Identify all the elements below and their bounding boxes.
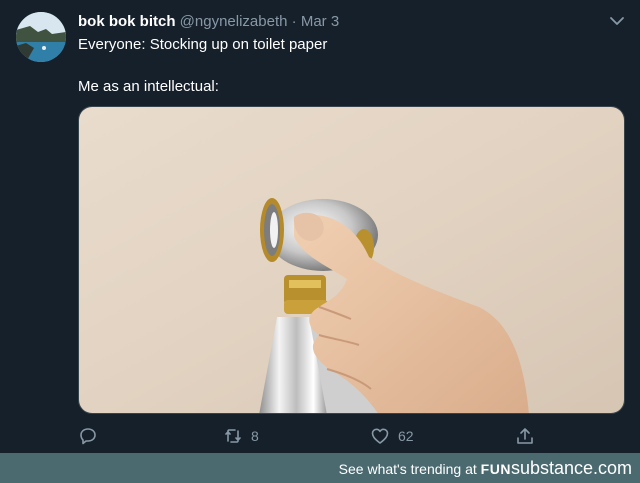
tweet-date[interactable]: Mar 3 [301, 13, 339, 30]
chevron-down-icon[interactable] [608, 12, 626, 30]
retweet-count: 8 [251, 428, 259, 444]
brand-logo-substance: substance.com [510, 458, 632, 478]
retweet-button[interactable]: 8 [223, 425, 259, 447]
share-icon [517, 428, 533, 444]
display-name[interactable]: bok bok bitch [78, 13, 176, 30]
like-button[interactable]: 62 [370, 425, 414, 447]
watermark-caption: See what's trending at [338, 461, 477, 477]
tweet-text-line-1: Everyone: Stocking up on toilet paper [78, 36, 328, 53]
tweet-text: Everyone: Stocking up on toilet paper Me… [78, 35, 327, 97]
tweet-header: bok bok bitch @ngynelizabeth · Mar 3 [78, 12, 339, 32]
share-button[interactable] [515, 425, 535, 447]
tweet-actions: 8 62 [78, 425, 548, 449]
brand-logo-fun: FUN [480, 461, 511, 477]
tweet-card[interactable]: bok bok bitch @ngynelizabeth · Mar 3 Eve… [0, 0, 640, 453]
user-handle[interactable]: @ngynelizabeth [180, 13, 288, 30]
watermark-bar: See what's trending at FUNsubstance.com [0, 453, 640, 483]
reply-icon [80, 428, 96, 445]
heart-icon [371, 428, 389, 444]
watermark-text: See what's trending at FUNsubstance.com [339, 459, 632, 478]
tweet-text-line-2: Me as an intellectual: [78, 78, 219, 95]
header-separator: · [291, 13, 297, 30]
reply-button[interactable] [78, 425, 98, 447]
bidet-sprayer-photo [79, 107, 624, 413]
retweet-icon [225, 429, 241, 443]
avatar[interactable] [16, 12, 66, 62]
tweet-media-photo[interactable] [78, 106, 625, 414]
like-count: 62 [398, 428, 414, 444]
avatar-image [16, 12, 66, 62]
